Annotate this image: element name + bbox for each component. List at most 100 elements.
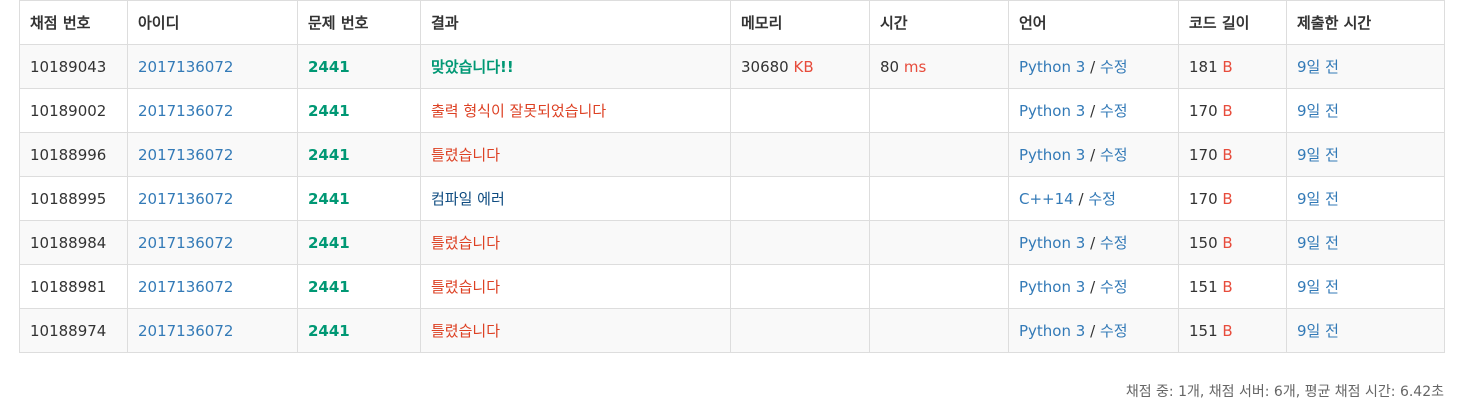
user-id-cell: 2017136072 xyxy=(127,44,298,89)
problem-id-link[interactable]: 2441 xyxy=(308,278,350,296)
column-header-time: 시간 xyxy=(869,0,1009,45)
user-id-cell: 2017136072 xyxy=(127,176,298,221)
code-length-value: 150 xyxy=(1189,233,1218,252)
submitted-time-link[interactable]: 9일 전 xyxy=(1297,278,1339,296)
submitted-time-link[interactable]: 9일 전 xyxy=(1297,58,1339,76)
user-id-cell: 2017136072 xyxy=(127,220,298,265)
user-id-link[interactable]: 2017136072 xyxy=(138,234,233,252)
problem-id-cell: 2441 xyxy=(297,176,421,221)
code-length-unit: B xyxy=(1222,145,1233,164)
language-link[interactable]: Python 3 xyxy=(1019,322,1085,340)
time-cell xyxy=(869,132,1009,177)
submitted-time-cell: 9일 전 xyxy=(1286,88,1445,133)
submission-id: 10189043 xyxy=(30,57,107,76)
column-header-result: 결과 xyxy=(420,0,731,45)
memory-cell xyxy=(730,308,870,353)
edit-link[interactable]: 수정 xyxy=(1100,58,1128,76)
result-cell: 틀렸습니다 xyxy=(420,264,731,309)
language-cell: Python 3 / 수정 xyxy=(1008,132,1179,177)
submission-id: 10189002 xyxy=(30,101,107,120)
submission-id: 10188995 xyxy=(30,189,107,208)
status-table-body: 10189043 2017136072 2441 맞았습니다!! 30680 KB 80 … xyxy=(19,44,1445,353)
edit-link[interactable]: 수정 xyxy=(1100,146,1128,164)
language-link[interactable]: Python 3 xyxy=(1019,58,1085,76)
language-cell: Python 3 / 수정 xyxy=(1008,220,1179,265)
language-separator: / xyxy=(1090,278,1096,296)
time-cell: 80 ms xyxy=(869,44,1009,89)
problem-id-link[interactable]: 2441 xyxy=(308,58,350,76)
submission-id: 10188984 xyxy=(30,233,107,252)
code-length-unit: B xyxy=(1222,321,1233,340)
submitted-time-link[interactable]: 9일 전 xyxy=(1297,234,1339,252)
edit-link[interactable]: 수정 xyxy=(1100,102,1128,120)
user-id-link[interactable]: 2017136072 xyxy=(138,278,233,296)
user-id-cell: 2017136072 xyxy=(127,88,298,133)
edit-link[interactable]: 수정 xyxy=(1100,278,1128,296)
problem-id-link[interactable]: 2441 xyxy=(308,234,350,252)
user-id-cell: 2017136072 xyxy=(127,308,298,353)
submitted-time-cell: 9일 전 xyxy=(1286,220,1445,265)
table-row: 10188984 2017136072 2441 틀렸습니다 Python 3 / 수정… xyxy=(19,220,1445,265)
submission-id-cell: 10188981 xyxy=(19,264,128,309)
submission-id-cell: 10188974 xyxy=(19,308,128,353)
language-separator: / xyxy=(1090,146,1096,164)
code-length-value: 170 xyxy=(1189,101,1218,120)
user-id-link[interactable]: 2017136072 xyxy=(138,322,233,340)
problem-id-link[interactable]: 2441 xyxy=(308,322,350,340)
language-separator: / xyxy=(1090,234,1096,252)
language-link[interactable]: Python 3 xyxy=(1019,146,1085,164)
memory-cell: 30680 KB xyxy=(730,44,870,89)
edit-link[interactable]: 수정 xyxy=(1100,234,1128,252)
column-header-memory: 메모리 xyxy=(730,0,870,45)
submitted-time-link[interactable]: 9일 전 xyxy=(1297,322,1339,340)
user-id-link[interactable]: 2017136072 xyxy=(138,102,233,120)
result-text[interactable]: 컴파일 에러 xyxy=(431,190,505,208)
column-header-user-id: 아이디 xyxy=(127,0,298,45)
user-id-link[interactable]: 2017136072 xyxy=(138,58,233,76)
status-table-container: 채점 번호 아이디 문제 번호 결과 메모리 시간 언어 코드 길이 제출한 시… xyxy=(19,0,1445,353)
problem-id-link[interactable]: 2441 xyxy=(308,146,350,164)
code-length-cell: 150 B xyxy=(1178,220,1287,265)
submitted-time-link[interactable]: 9일 전 xyxy=(1297,146,1339,164)
column-header-submission-id: 채점 번호 xyxy=(19,0,128,45)
submitted-time-link[interactable]: 9일 전 xyxy=(1297,102,1339,120)
language-cell: C++14 / 수정 xyxy=(1008,176,1179,221)
problem-id-cell: 2441 xyxy=(297,88,421,133)
time-cell xyxy=(869,220,1009,265)
code-length-unit: B xyxy=(1222,189,1233,208)
user-id-link[interactable]: 2017136072 xyxy=(138,190,233,208)
problem-id-cell: 2441 xyxy=(297,264,421,309)
result-text: 맞았습니다!! xyxy=(431,58,514,76)
time-unit: ms xyxy=(903,57,927,76)
user-id-link[interactable]: 2017136072 xyxy=(138,146,233,164)
language-link[interactable]: Python 3 xyxy=(1019,234,1085,252)
code-length-cell: 151 B xyxy=(1178,264,1287,309)
column-header-problem-id: 문제 번호 xyxy=(297,0,421,45)
submission-id: 10188974 xyxy=(30,321,107,340)
language-separator: / xyxy=(1090,102,1096,120)
time-cell xyxy=(869,308,1009,353)
problem-id-link[interactable]: 2441 xyxy=(308,102,350,120)
submitted-time-link[interactable]: 9일 전 xyxy=(1297,190,1339,208)
table-row: 10189002 2017136072 2441 출력 형식이 잘못되었습니다 Pyth… xyxy=(19,88,1445,133)
code-length-unit: B xyxy=(1222,57,1233,76)
edit-link[interactable]: 수정 xyxy=(1088,190,1116,208)
result-cell: 틀렸습니다 xyxy=(420,132,731,177)
memory-cell xyxy=(730,264,870,309)
problem-id-link[interactable]: 2441 xyxy=(308,190,350,208)
submitted-time-cell: 9일 전 xyxy=(1286,264,1445,309)
problem-id-cell: 2441 xyxy=(297,44,421,89)
column-header-language: 언어 xyxy=(1008,0,1179,45)
column-header-submitted-time: 제출한 시간 xyxy=(1286,0,1445,45)
language-separator: / xyxy=(1090,58,1096,76)
submission-id-cell: 10188995 xyxy=(19,176,128,221)
result-text: 틀렸습니다 xyxy=(431,146,501,164)
code-length-unit: B xyxy=(1222,277,1233,296)
memory-cell xyxy=(730,132,870,177)
memory-cell xyxy=(730,176,870,221)
language-link[interactable]: Python 3 xyxy=(1019,102,1085,120)
language-cell: Python 3 / 수정 xyxy=(1008,88,1179,133)
language-link[interactable]: Python 3 xyxy=(1019,278,1085,296)
edit-link[interactable]: 수정 xyxy=(1100,322,1128,340)
language-link[interactable]: C++14 xyxy=(1019,190,1074,208)
